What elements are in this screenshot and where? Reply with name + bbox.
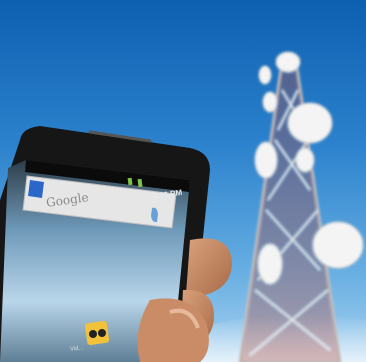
- cell-tower: [238, 51, 364, 362]
- voicemail-app-icon[interactable]: [84, 320, 110, 346]
- google-g-icon: [28, 180, 44, 198]
- photo: 7:00 PM Google Vid...: [0, 0, 366, 362]
- photo-scene: [0, 51, 366, 362]
- finger: [186, 238, 232, 296]
